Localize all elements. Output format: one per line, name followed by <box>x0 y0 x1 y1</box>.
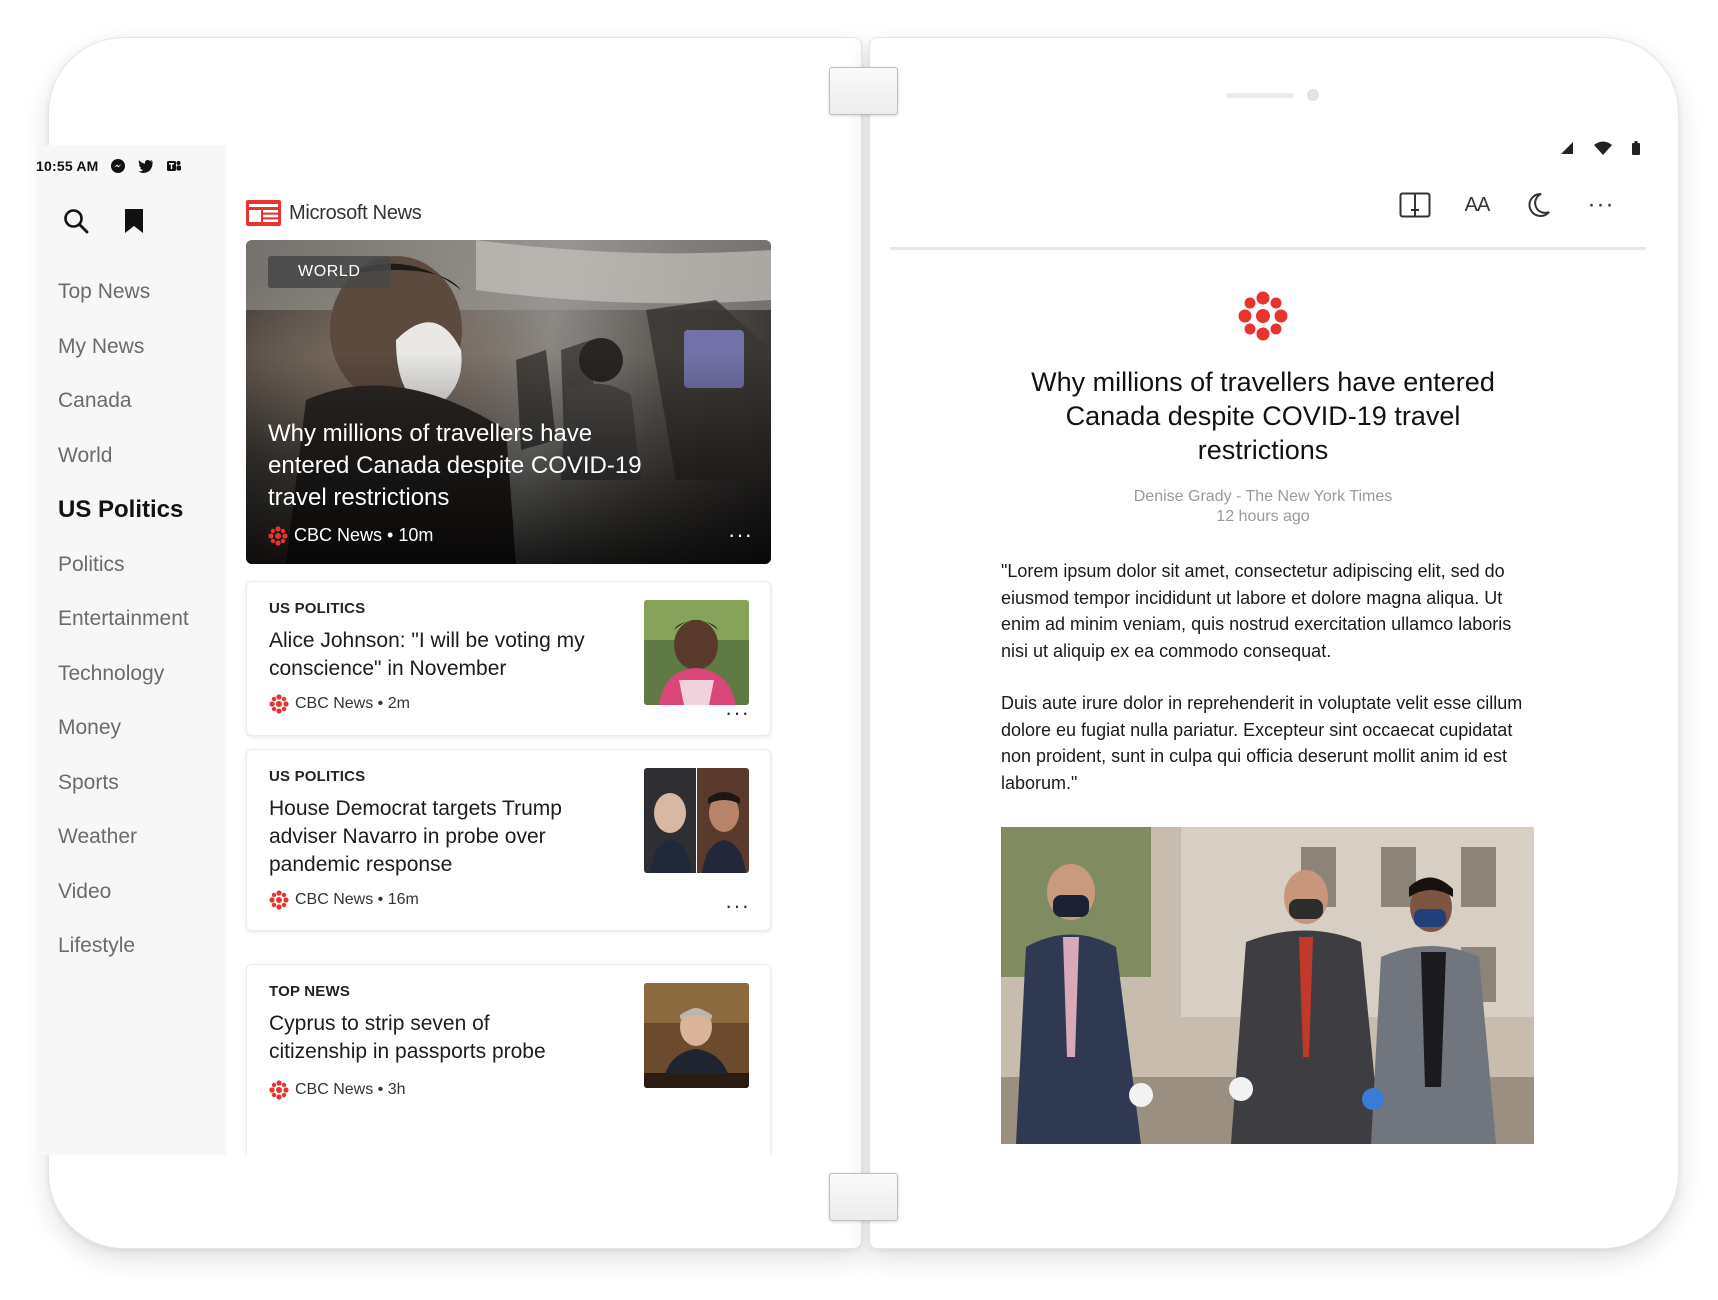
sidebar-item-canada[interactable]: Canada <box>58 374 189 429</box>
system-status-icons <box>1560 141 1640 155</box>
news-card-cyprus-passports[interactable]: TOP NEWS Cyprus to strip seven of citize… <box>246 964 771 1155</box>
card-thumbnail <box>644 983 749 1088</box>
left-screen: Top News My News Canada World US Politic… <box>36 115 780 1155</box>
news-card-navarro-probe[interactable]: US POLITICS House Democrat targets Trump… <box>246 749 771 931</box>
cbc-logo-icon <box>269 1080 289 1100</box>
card-meta: CBC News • 16m <box>269 890 419 910</box>
microsoft-news-logo-icon <box>246 200 281 226</box>
hinge-top <box>829 67 898 115</box>
card-source-time: CBC News • 16m <box>295 891 419 908</box>
cbc-logo-icon <box>268 525 288 546</box>
card-category: US POLITICS <box>269 768 366 785</box>
more-label: ··· <box>1587 191 1615 218</box>
card-category: TOP NEWS <box>269 983 351 1000</box>
sidebar-item-weather[interactable]: Weather <box>58 810 189 865</box>
messenger-icon <box>109 157 127 175</box>
battery-icon <box>1632 141 1640 155</box>
card-title[interactable]: Alice Johnson: "I will be voting my cons… <box>269 627 589 683</box>
sidebar-item-money[interactable]: Money <box>58 701 189 756</box>
sidebar-item-my-news[interactable]: My News <box>58 320 189 375</box>
hero-story-card[interactable]: WORLD Why millions of travellers have en… <box>246 240 771 564</box>
article-author: Denise Grady - The New York Times <box>1133 488 1393 505</box>
card-meta: CBC News • 3h <box>269 1080 406 1100</box>
sidebar-item-lifestyle[interactable]: Lifestyle <box>58 919 189 974</box>
article-body: "Lorem ipsum dolor sit amet, consectetur… <box>1001 558 1541 822</box>
reader-toolbar: AA ··· <box>1398 190 1618 220</box>
teams-icon <box>165 157 183 175</box>
sidebar-item-politics[interactable]: Politics <box>58 538 189 593</box>
sidebar-item-us-politics[interactable]: US Politics <box>58 483 189 538</box>
sidebar-item-technology[interactable]: Technology <box>58 647 189 702</box>
status-time: 10:55 AM <box>36 158 99 174</box>
hero-meta: CBC News • 10m <box>268 525 433 546</box>
twitter-icon <box>137 157 155 175</box>
dark-mode-icon[interactable] <box>1522 190 1556 220</box>
bookmark-icon[interactable] <box>118 205 150 237</box>
toolbar-divider <box>890 247 1646 250</box>
hero-more-button[interactable]: ··· <box>728 522 753 548</box>
hero-image <box>246 240 771 564</box>
dual-view-icon[interactable] <box>1398 190 1432 220</box>
card-category: US POLITICS <box>269 600 366 617</box>
card-more-button[interactable]: ··· <box>725 893 750 919</box>
card-title[interactable]: Cyprus to strip seven of citizenship in … <box>269 1010 589 1066</box>
hinge-bottom <box>829 1173 898 1221</box>
sidebar-item-top-news[interactable]: Top News <box>58 265 189 320</box>
card-thumbnail <box>644 600 749 705</box>
sidebar-tools <box>60 205 150 237</box>
sidebar: Top News My News Canada World US Politic… <box>36 145 226 1155</box>
cbc-logo-icon <box>269 694 289 714</box>
article-time: 12 hours ago <box>1216 508 1310 525</box>
text-size-label: AA <box>1464 193 1491 216</box>
article-photo <box>1001 827 1534 1144</box>
sidebar-item-video[interactable]: Video <box>58 865 189 920</box>
news-card-alice-johnson[interactable]: US POLITICS Alice Johnson: "I will be vo… <box>246 581 771 736</box>
card-title[interactable]: House Democrat targets Trump adviser Nav… <box>269 795 589 879</box>
article-paragraph: Duis aute irure dolor in reprehenderit i… <box>1001 693 1523 793</box>
text-size-icon[interactable]: AA <box>1460 190 1494 220</box>
search-icon[interactable] <box>60 205 92 237</box>
sidebar-item-entertainment[interactable]: Entertainment <box>58 592 189 647</box>
article-paragraph: "Lorem ipsum dolor sit amet, consectetur… <box>1001 561 1512 661</box>
article-byline: Denise Grady - The New York Times 12 hou… <box>1007 487 1519 527</box>
drag-handle-dot <box>1307 89 1319 101</box>
more-icon[interactable]: ··· <box>1584 190 1618 220</box>
article-title: Why millions of travellers have entered … <box>1031 367 1495 465</box>
brand-header: Microsoft News <box>246 199 771 227</box>
drag-handle[interactable] <box>1226 93 1294 98</box>
card-meta: CBC News • 2m <box>269 694 410 714</box>
hero-title[interactable]: Why millions of travellers have entered … <box>268 418 668 514</box>
sidebar-item-world[interactable]: World <box>58 429 189 484</box>
sidebar-item-sports[interactable]: Sports <box>58 756 189 811</box>
status-bar: 10:55 AM <box>36 155 216 177</box>
hero-source-time: CBC News • 10m <box>294 525 434 545</box>
sidebar-nav: Top News My News Canada World US Politic… <box>58 265 189 974</box>
hero-category-tag[interactable]: WORLD <box>268 256 391 288</box>
card-thumbnail <box>644 768 749 873</box>
news-feed: Microsoft News WORLD Why millions of tra… <box>246 199 771 1155</box>
card-source-time: CBC News • 3h <box>295 1081 406 1098</box>
card-source-time: CBC News • 2m <box>295 695 410 712</box>
cbc-logo-icon <box>269 890 289 910</box>
right-screen-article-reader: AA ··· Why millions of travellers have e… <box>890 60 1650 1160</box>
wifi-icon <box>1594 141 1612 155</box>
brand-name: Microsoft News <box>289 201 422 224</box>
signal-icon <box>1561 142 1573 154</box>
cbc-logo-icon <box>1238 291 1288 341</box>
card-more-button[interactable]: ··· <box>725 700 750 726</box>
